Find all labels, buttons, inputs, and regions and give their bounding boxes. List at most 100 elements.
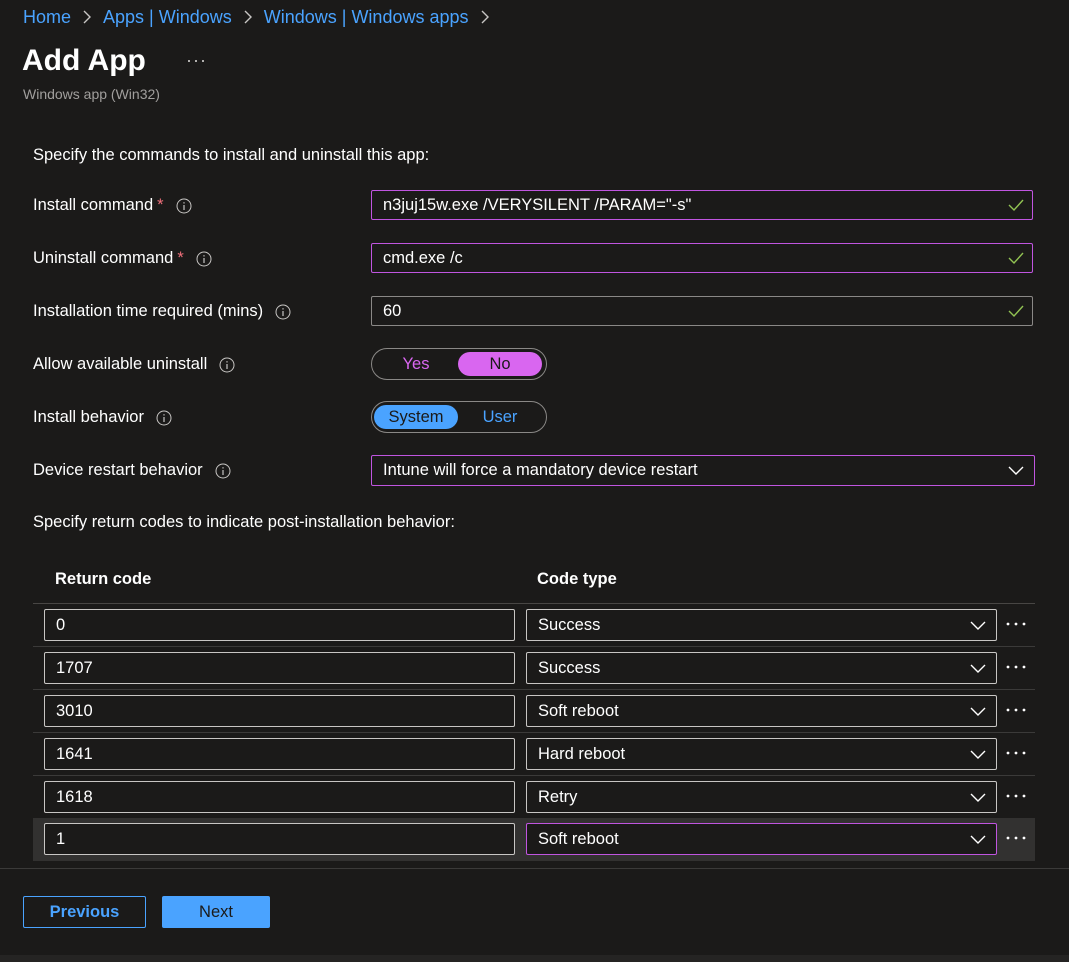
info-icon[interactable] bbox=[156, 410, 172, 426]
page-title: Add App bbox=[22, 44, 146, 77]
table-row: 3010 Soft reboot bbox=[33, 690, 1035, 733]
allow-uninstall-label-text: Allow available uninstall bbox=[33, 355, 208, 373]
more-horizontal-icon bbox=[1006, 622, 1026, 626]
return-code-input[interactable]: 3010 bbox=[44, 695, 515, 727]
code-type-value: Success bbox=[538, 615, 601, 634]
return-code-value: 1641 bbox=[56, 744, 93, 763]
install-behavior-toggle[interactable]: System User bbox=[371, 401, 547, 433]
return-code-input[interactable]: 1707 bbox=[44, 652, 515, 684]
install-command-label-text: Install command bbox=[33, 196, 154, 214]
code-type-select[interactable]: Soft reboot bbox=[526, 695, 997, 727]
code-type-select[interactable]: Retry bbox=[526, 781, 997, 813]
info-icon[interactable] bbox=[275, 304, 291, 320]
code-type-value: Soft reboot bbox=[538, 701, 619, 720]
page-subtitle: Windows app (Win32) bbox=[23, 86, 160, 102]
row-more-button[interactable] bbox=[1003, 613, 1029, 635]
more-options-button[interactable]: ··· bbox=[186, 50, 207, 71]
return-code-input[interactable]: 1641 bbox=[44, 738, 515, 770]
breadcrumb-home[interactable]: Home bbox=[23, 7, 71, 28]
program-intro-text: Specify the commands to install and unin… bbox=[33, 146, 430, 164]
chevron-down-icon bbox=[970, 664, 986, 673]
info-icon[interactable] bbox=[196, 251, 212, 267]
install-command-input[interactable]: n3juj15w.exe /VERYSILENT /PARAM="-s" bbox=[371, 190, 1033, 220]
row-more-button[interactable] bbox=[1003, 742, 1029, 764]
return-code-input[interactable]: 1618 bbox=[44, 781, 515, 813]
table-row: 1618 Retry bbox=[33, 776, 1035, 819]
code-type-select[interactable]: Success bbox=[526, 609, 997, 641]
chevron-down-icon bbox=[1008, 466, 1024, 475]
install-command-label: Install command * bbox=[33, 196, 192, 215]
restart-behavior-value: Intune will force a mandatory device res… bbox=[383, 461, 698, 479]
more-horizontal-icon bbox=[1006, 708, 1026, 712]
restart-behavior-dropdown[interactable]: Intune will force a mandatory device res… bbox=[371, 455, 1035, 486]
info-icon[interactable] bbox=[176, 198, 192, 214]
return-code-value: 0 bbox=[56, 615, 66, 634]
page: Home Apps | Windows Windows | Windows ap… bbox=[0, 0, 1069, 962]
chevron-down-icon bbox=[970, 750, 986, 759]
return-code-input[interactable]: 0 bbox=[44, 609, 515, 641]
return-code-value: 3010 bbox=[56, 701, 93, 720]
previous-button[interactable]: Previous bbox=[23, 896, 146, 928]
info-icon[interactable] bbox=[215, 463, 231, 479]
info-icon[interactable] bbox=[219, 357, 235, 373]
install-command-value: n3juj15w.exe /VERYSILENT /PARAM="-s" bbox=[383, 195, 692, 214]
install-time-input[interactable]: 60 bbox=[371, 296, 1033, 326]
return-codes-intro-text: Specify return codes to indicate post-in… bbox=[33, 513, 455, 531]
more-horizontal-icon bbox=[1006, 751, 1026, 755]
more-horizontal-icon bbox=[1006, 836, 1026, 840]
toggle-option-yes[interactable]: Yes bbox=[374, 352, 458, 376]
column-header-code-type: Code type bbox=[537, 570, 617, 588]
breadcrumb-windows-apps[interactable]: Windows | Windows apps bbox=[264, 7, 469, 28]
breadcrumb-apps-windows[interactable]: Apps | Windows bbox=[103, 7, 232, 28]
table-row: 1707 Success bbox=[33, 647, 1035, 690]
uninstall-command-label: Uninstall command * bbox=[33, 249, 212, 268]
checkmark-icon bbox=[1008, 199, 1024, 212]
install-time-label-text: Installation time required (mins) bbox=[33, 302, 264, 320]
return-code-value: 1707 bbox=[56, 658, 93, 677]
breadcrumb: Home Apps | Windows Windows | Windows ap… bbox=[23, 6, 501, 28]
row-more-button[interactable] bbox=[1003, 785, 1029, 807]
table-row: 1641 Hard reboot bbox=[33, 733, 1035, 776]
return-code-input[interactable]: 1 bbox=[44, 823, 515, 855]
chevron-right-icon bbox=[480, 10, 490, 24]
chevron-down-icon bbox=[970, 621, 986, 630]
code-type-value: Retry bbox=[538, 787, 578, 806]
code-type-select[interactable]: Soft reboot bbox=[526, 823, 997, 855]
toggle-option-user[interactable]: User bbox=[458, 405, 542, 429]
chevron-right-icon bbox=[243, 10, 253, 24]
next-button[interactable]: Next bbox=[162, 896, 270, 928]
toggle-option-no[interactable]: No bbox=[458, 352, 542, 376]
restart-behavior-label: Device restart behavior bbox=[33, 461, 231, 480]
toggle-option-system[interactable]: System bbox=[374, 405, 458, 429]
code-type-value: Soft reboot bbox=[538, 829, 619, 848]
chevron-down-icon bbox=[970, 707, 986, 716]
bottom-strip bbox=[0, 955, 1069, 962]
row-more-button[interactable] bbox=[1003, 699, 1029, 721]
chevron-right-icon bbox=[82, 10, 92, 24]
column-header-return-code: Return code bbox=[55, 570, 152, 588]
uninstall-command-value: cmd.exe /c bbox=[383, 248, 463, 267]
allow-uninstall-toggle[interactable]: Yes No bbox=[371, 348, 547, 380]
install-time-value: 60 bbox=[383, 301, 402, 320]
restart-behavior-label-text: Device restart behavior bbox=[33, 461, 203, 479]
more-horizontal-icon bbox=[1006, 794, 1026, 798]
required-marker: * bbox=[157, 196, 164, 214]
chevron-down-icon bbox=[970, 793, 986, 802]
footer-divider bbox=[0, 868, 1069, 869]
install-behavior-label-text: Install behavior bbox=[33, 408, 144, 426]
code-type-select[interactable]: Success bbox=[526, 652, 997, 684]
row-more-button[interactable] bbox=[1003, 656, 1029, 678]
checkmark-icon bbox=[1008, 305, 1024, 318]
uninstall-command-input[interactable]: cmd.exe /c bbox=[371, 243, 1033, 273]
code-type-select[interactable]: Hard reboot bbox=[526, 738, 997, 770]
table-row: 1 Soft reboot bbox=[33, 818, 1035, 861]
chevron-down-icon bbox=[970, 835, 986, 844]
code-type-value: Hard reboot bbox=[538, 744, 626, 763]
code-type-value: Success bbox=[538, 658, 601, 677]
more-horizontal-icon bbox=[1006, 665, 1026, 669]
install-time-label: Installation time required (mins) bbox=[33, 302, 291, 321]
row-more-button[interactable] bbox=[1003, 827, 1029, 849]
allow-uninstall-label: Allow available uninstall bbox=[33, 355, 235, 374]
return-code-value: 1618 bbox=[56, 787, 93, 806]
uninstall-command-label-text: Uninstall command bbox=[33, 249, 174, 267]
